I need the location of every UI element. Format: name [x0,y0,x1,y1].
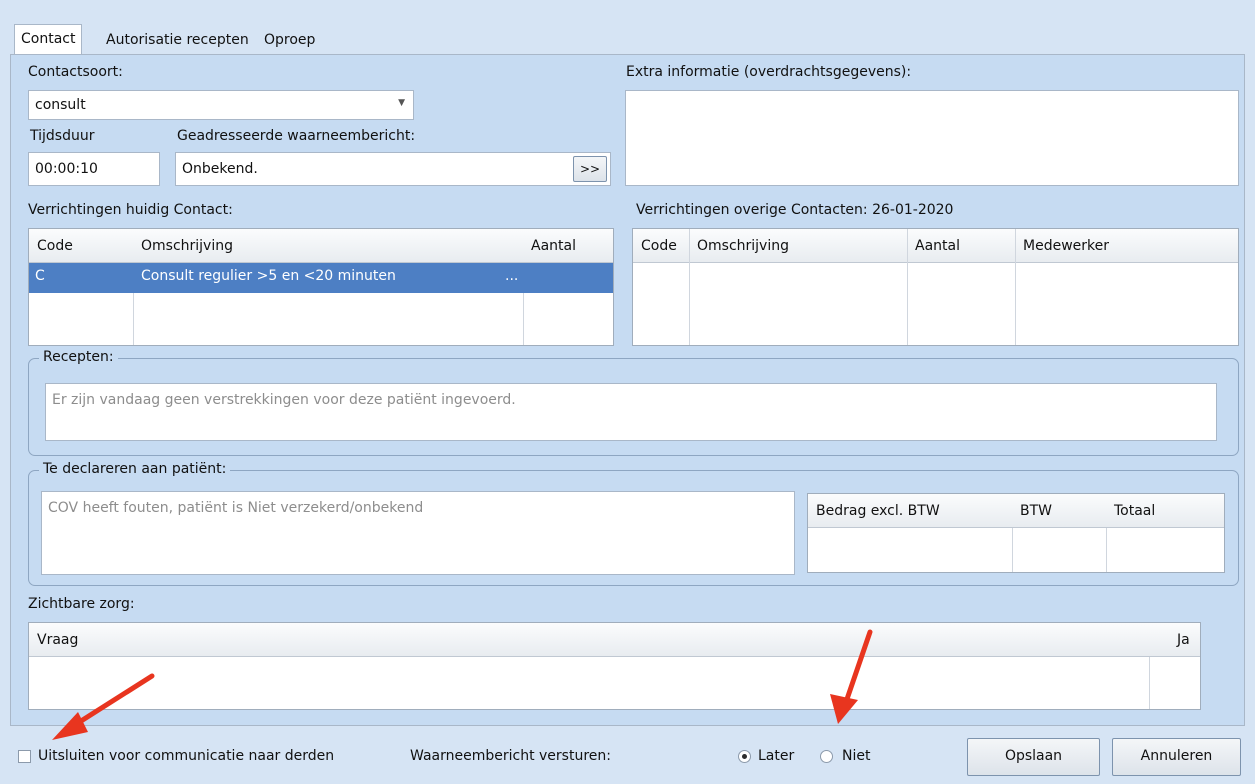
uitsluiten-checkbox[interactable] [18,750,31,763]
annotation-arrow-icon [830,629,873,724]
waarneembericht-label: Waarneembericht versturen: [410,748,611,764]
column-ja[interactable]: Ja [1149,623,1200,656]
verrichtingen-huidig-grid[interactable]: Code Omschrijving Aantal C Consult regul… [28,228,614,346]
declareren-legend: Te declareren aan patiënt: [39,461,231,477]
grid-header: Code Omschrijving Aantal [29,229,613,263]
zichtbare-zorg-grid[interactable]: Vraag Ja [28,622,1201,710]
grid-divider [1106,528,1107,572]
column-vraag[interactable]: Vraag [29,623,1149,656]
tijdsduur-value: 00:00:10 [35,161,98,177]
verrichtingen-overige-label: Verrichtingen overige Contacten: 26-01-2… [636,202,954,218]
declareren-text: COV heeft fouten, patiënt is Niet verzek… [48,500,424,516]
column-medewerker[interactable]: Medewerker [1015,229,1238,262]
grid-divider [523,293,524,345]
grid-header: Code Omschrijving Aantal Medewerker [633,229,1238,263]
tab-oproep[interactable]: Oproep [258,26,321,54]
extra-info-textarea[interactable] [625,90,1239,186]
geadresseerde-field[interactable]: Onbekend. [175,152,611,186]
grid-divider [1015,229,1016,345]
row-omschrijving: Consult regulier >5 en <20 minuten [141,268,396,284]
recepten-textbox[interactable]: Er zijn vandaag geen verstrekkingen voor… [45,383,1217,441]
verrichtingen-huidig-label: Verrichtingen huidig Contact: [28,202,233,218]
column-aantal[interactable]: Aantal [523,229,613,262]
uitsluiten-label: Uitsluiten voor communicatie naar derden [38,748,335,764]
geadresseerde-label: Geadresseerde waarneembericht: [177,128,416,144]
column-code[interactable]: Code [633,229,689,262]
verrichtingen-overige-grid[interactable]: Code Omschrijving Aantal Medewerker [632,228,1239,346]
grid-header: Vraag Ja [29,623,1200,657]
column-bedrag[interactable]: Bedrag excl. BTW [808,494,1012,527]
tab-contact[interactable]: Contact [14,24,83,56]
table-row[interactable]: C Consult regulier >5 en <20 minuten ... [29,263,613,293]
tab-autorisatie-recepten[interactable]: Autorisatie recepten [100,26,255,54]
row-code: C [35,268,45,284]
column-totaal[interactable]: Totaal [1106,494,1224,527]
recepten-legend: Recepten: [39,349,118,365]
grid-divider [133,293,134,345]
tijdsduur-label: Tijdsduur [30,128,95,144]
tijdsduur-field[interactable]: 00:00:10 [28,152,160,186]
save-button[interactable]: Opslaan [967,738,1100,776]
contactsoort-label: Contactsoort: [28,64,123,80]
declareren-textbox[interactable]: COV heeft fouten, patiënt is Niet verzek… [41,491,795,575]
grid-divider [1149,657,1150,709]
column-btw[interactable]: BTW [1012,494,1106,527]
column-omschrijving[interactable]: Omschrijving [133,229,523,262]
declareren-bedrag-grid[interactable]: Bedrag excl. BTW BTW Totaal [807,493,1225,573]
contactsoort-value: consult [35,97,86,113]
geadresseerde-value: Onbekend. [182,161,258,177]
column-aantal[interactable]: Aantal [907,229,1015,262]
grid-divider [907,229,908,345]
recepten-group: Recepten: Er zijn vandaag geen verstrekk… [28,349,1239,456]
recepten-text: Er zijn vandaag geen verstrekkingen voor… [52,392,516,408]
zichtbare-zorg-label: Zichtbare zorg: [28,596,135,612]
dropdown-arrow-icon: ▼ [398,98,405,108]
extra-info-label: Extra informatie (overdrachtsgegevens): [626,64,912,80]
grid-divider [1012,528,1013,572]
declareren-group: Te declareren aan patiënt: COV heeft fou… [28,461,1239,586]
annotation-arrow-icon [52,673,155,740]
radio-later[interactable] [738,750,751,763]
radio-selected-dot [742,754,747,759]
radio-niet-label: Niet [842,748,871,764]
grid-divider [689,229,690,345]
radio-niet[interactable] [820,750,833,763]
grid-header: Bedrag excl. BTW BTW Totaal [808,494,1224,528]
geadresseerde-browse-button[interactable]: >> [573,156,607,182]
cancel-button[interactable]: Annuleren [1112,738,1241,776]
row-ellipsis-button[interactable]: ... [505,268,518,284]
radio-later-label: Later [758,748,795,764]
column-omschrijving[interactable]: Omschrijving [689,229,907,262]
contactsoort-select[interactable]: consult ▼ [28,90,414,120]
column-code[interactable]: Code [29,229,133,262]
